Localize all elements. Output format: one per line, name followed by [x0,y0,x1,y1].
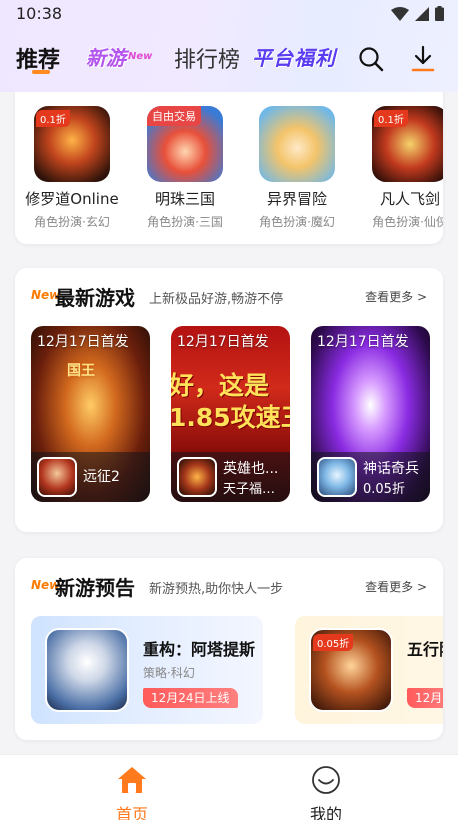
tab-new-games[interactable]: 新游 New [86,42,152,71]
search-button[interactable] [356,44,386,74]
game-icon: 自由交易 [147,106,223,182]
home-icon [118,767,146,793]
tile-info-bar: 神话奇兵 0.05折 [311,452,430,502]
discount-badge: 0.1折 [36,110,70,127]
game-tags: 角色扮演·仙侠 [372,215,443,229]
tab-new-games-label: 新游 [86,46,126,70]
download-icon [411,45,435,72]
game-title: 英雄也... [223,461,279,477]
tab-platform-welfare[interactable]: 平台福利 [252,42,336,71]
latest-games-card: New 最新游戏 上新极品好游,畅游不停 查看更多 > 国王 12月17日首发 … [15,268,443,532]
tab-ranking[interactable]: 排行榜 [174,42,240,74]
section-title: 最新游戏 [55,286,135,310]
game-subtitle: 天子福利... [223,482,285,497]
game-tags: 角色扮演·三国 [147,215,223,229]
game-title: 远征2 [83,469,120,485]
game-name: 五行阵 [407,640,443,659]
game-name: 修罗道Online [25,190,119,208]
game-title: 神话奇兵 [363,461,419,477]
game-art-text: 好，这是 [171,371,270,400]
latest-game-tile[interactable]: 国王 12月17日首发 远征2 [31,326,150,502]
game-icon [37,457,77,497]
signal-icon [415,6,429,21]
status-bar: 10:38 [0,0,458,28]
game-tags: 角色扮演·玄幻 [34,215,110,229]
latest-game-tile[interactable]: 好，这是 1.85攻速三 12月17日首发 英雄也... 天子福利... [171,326,290,502]
hot-games-card: 0.1折 修罗道Online 角色扮演·玄幻 自由交易 明珠三国 角色扮演·三国… [15,92,443,244]
release-date: 12月17日首发 [37,334,129,350]
see-more-link[interactable]: 查看更多 > [365,288,427,305]
game-icon [45,628,129,712]
hot-game-item[interactable]: 0.1折 凡人飞剑 角色扮演·仙侠 [354,106,443,230]
game-icon [177,457,217,497]
wifi-icon [391,6,409,21]
preview-game-item[interactable]: 重构：阿塔提斯 策略·科幻 12月24日上线 [31,616,263,724]
download-button[interactable] [408,44,438,74]
nav-home-label: 首页 [115,805,148,820]
tile-info-bar: 远征2 [31,452,150,502]
nav-home[interactable]: 首页 [92,765,172,820]
section-header: New 最新游戏 上新极品好游,畅游不停 查看更多 > [15,268,443,320]
game-subtitle: 0.05折 [363,482,405,497]
see-more-link[interactable]: 查看更多 > [365,578,427,595]
battery-icon [435,6,444,21]
nav-mine[interactable]: 我的 [286,765,366,820]
release-date: 12月17日首发 [177,334,269,350]
trade-badge: 自由交易 [147,106,201,126]
search-icon [359,47,384,72]
game-name: 异界冒险 [266,190,327,208]
section-title: 新游预告 [55,576,135,600]
section-subtitle: 上新极品好游,畅游不停 [149,292,284,307]
game-icon [259,106,335,182]
new-badge: New [128,51,153,62]
game-name: 明珠三国 [154,190,215,208]
launch-date-badge: 12月 [407,688,443,708]
game-art-text: 1.85攻速三 [171,403,290,432]
section-header: New 新游预告 新游预热,助你快人一步 查看更多 > [15,558,443,610]
launch-date-badge: 12月24日上线 [143,688,238,708]
status-time: 10:38 [16,4,63,23]
tile-info-bar: 英雄也... 天子福利... [171,452,290,502]
game-name: 凡人飞剑 [379,190,440,208]
latest-game-tile[interactable]: 12月17日首发 神话奇兵 0.05折 [311,326,430,502]
nav-mine-label: 我的 [309,805,342,820]
hot-game-item[interactable]: 0.1折 修罗道Online 角色扮演·玄幻 [16,106,128,230]
game-icon [317,457,357,497]
status-icons [391,6,444,21]
active-tab-indicator [32,70,50,74]
smiley-icon [312,766,340,794]
game-tags: 角色扮演·魔幻 [259,215,335,229]
game-icon: 0.05折 [309,628,393,712]
game-icon: 0.1折 [372,106,443,182]
game-icon: 0.1折 [34,106,110,182]
release-date: 12月17日首发 [317,334,409,350]
section-subtitle: 新游预热,助你快人一步 [149,582,284,597]
hot-game-item[interactable]: 异界冒险 角色扮演·魔幻 [241,106,353,230]
bottom-nav: 首页 我的 [0,754,458,820]
top-nav: 推荐 新游 New 排行榜 平台福利 [0,36,458,80]
main-content[interactable]: 0.1折 修罗道Online 角色扮演·玄幻 自由交易 明珠三国 角色扮演·三国… [0,92,458,754]
preview-games-card: New 新游预告 新游预热,助你快人一步 查看更多 > 重构：阿塔提斯 策略·科… [15,558,443,740]
hot-game-item[interactable]: 自由交易 明珠三国 角色扮演·三国 [129,106,241,230]
preview-game-item[interactable]: 0.05折 五行阵 12月 [295,616,443,724]
discount-badge: 0.1折 [374,110,408,127]
game-art-text: 国王 [67,363,95,379]
game-tags: 策略·科幻 [143,666,195,680]
game-name: 重构：阿塔提斯 [143,640,256,659]
discount-badge: 0.05折 [313,634,354,651]
